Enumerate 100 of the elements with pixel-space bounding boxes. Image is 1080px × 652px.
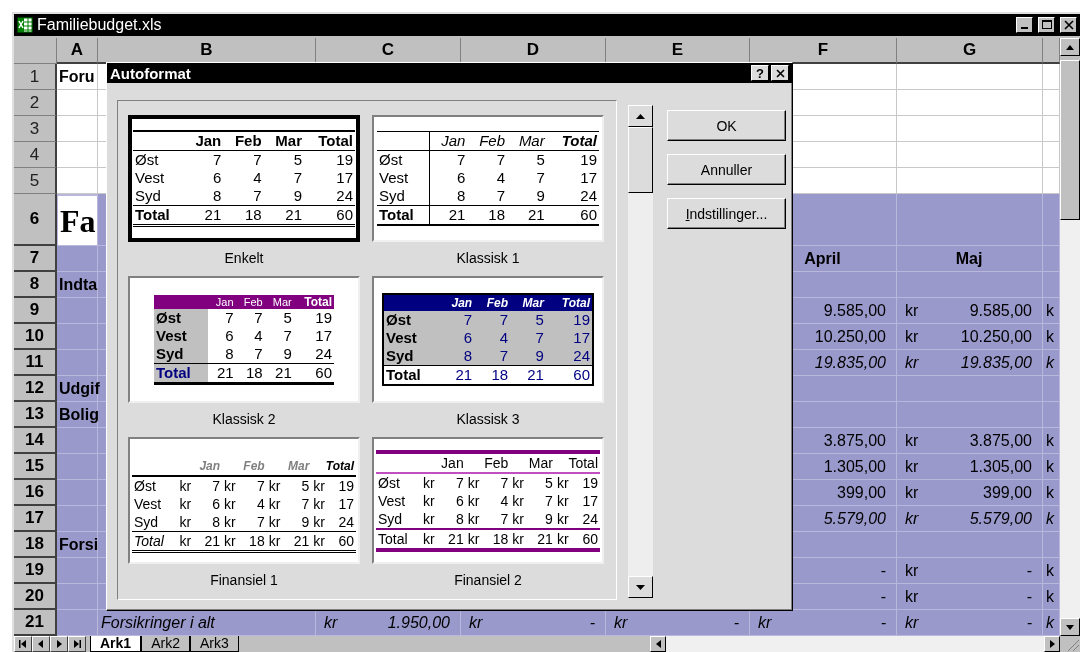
format-preview[interactable]: Jan Feb Mar Total Øst kr 7 kr 7 kr 5 kr 19 Vest kr 6 kr 4 kr 7 kr 17 Syd kr 8 kr 7 kr 9 kr 24 Total kr 21 kr 18 kr 21 kr 60 — [128, 437, 360, 564]
close-button[interactable] — [771, 65, 789, 81]
preview-cell: 21 — [263, 205, 304, 226]
row-header[interactable]: 9 — [14, 298, 57, 324]
column-header[interactable]: G — [897, 38, 1043, 64]
row-header[interactable]: 12 — [14, 376, 57, 402]
format-name[interactable]: Finansiel 2 — [372, 564, 604, 598]
row-header[interactable]: 2 — [14, 90, 57, 116]
sheet-tab[interactable]: Ark1 — [90, 636, 142, 652]
column-header[interactable] — [1043, 38, 1060, 64]
row-header[interactable]: 7 — [14, 246, 57, 272]
preview-cell: kr — [266, 475, 286, 495]
format-preview[interactable]: Jan Feb Mar Total Øst 7 7 5 19 Vest 6 4 7 17 Syd 8 7 9 24 Total 21 18 21 60 — [372, 115, 604, 242]
first-sheet-button[interactable] — [14, 636, 32, 652]
preview-cell: Feb — [465, 451, 511, 473]
row-header[interactable]: 11 — [14, 350, 57, 376]
column-header[interactable]: B — [98, 38, 316, 64]
dialog-button[interactable]: OK — [667, 110, 786, 141]
preview-cell-text: 17 — [581, 491, 599, 510]
close-icon — [775, 68, 785, 78]
right-arrow-icon — [1049, 640, 1055, 648]
minimize-button[interactable] — [1016, 17, 1033, 33]
format-preview[interactable]: Jan Feb Mar Total Øst 7 7 5 19 Vest 6 4 7 17 Syd 8 7 9 24 Total 21 18 21 60 — [128, 115, 360, 242]
preview-cell-text: 4 — [253, 326, 264, 345]
row-header[interactable]: 20 — [14, 584, 57, 610]
preview-cell: Total — [554, 451, 600, 473]
horizontal-scrollbar[interactable] — [650, 636, 1060, 652]
scroll-left-button[interactable] — [650, 636, 666, 652]
preview-cell-text: 17 — [337, 494, 355, 513]
row-header[interactable]: 4 — [14, 142, 57, 168]
preview-cell: 18 — [484, 528, 511, 550]
preview-cell: 9 — [264, 344, 294, 363]
format-name[interactable]: Finansiel 1 — [128, 564, 360, 598]
preview-cell-text: 7 — [282, 326, 293, 345]
row-header[interactable]: 10 — [14, 324, 57, 350]
preview-cell: Vest — [377, 169, 430, 187]
sheet-tab[interactable]: Ark2 — [141, 636, 190, 652]
preview-cell: kr — [311, 512, 330, 531]
scroll-up-button[interactable] — [1060, 38, 1080, 56]
window-title: Familiebudget.xls — [37, 16, 162, 34]
dialog-button[interactable]: Annuller — [667, 154, 786, 185]
preview-cell: kr — [465, 472, 484, 492]
row-header[interactable]: 6 — [14, 194, 57, 246]
format-name[interactable]: Enkelt — [128, 242, 360, 276]
format-preview[interactable]: Jan Feb Mar Total Øst 7 7 5 19 Vest 6 4 7 17 Syd 8 7 9 24 Total 21 18 21 60 — [128, 276, 360, 403]
row-header[interactable]: 8 — [14, 272, 57, 298]
scroll-down-button[interactable] — [1060, 618, 1080, 636]
row-header[interactable]: 3 — [14, 116, 57, 142]
preview-cell: 8 — [208, 344, 236, 363]
row-header[interactable]: 16 — [14, 480, 57, 506]
scroll-thumb[interactable] — [1060, 60, 1080, 220]
next-sheet-button[interactable] — [50, 636, 68, 652]
format-preview[interactable]: Jan Feb Mar Total Øst 7 7 5 19 Vest 6 4 7 17 Syd 8 7 9 24 Total 21 18 21 60 — [372, 276, 604, 403]
close-button[interactable] — [1060, 17, 1077, 33]
scroll-thumb[interactable] — [628, 127, 653, 193]
row-header[interactable]: 13 — [14, 402, 57, 428]
help-button[interactable]: ? — [751, 65, 769, 81]
column-header[interactable]: A — [57, 38, 98, 64]
preview-cell: Total — [133, 205, 184, 226]
preview-cell: kr — [177, 512, 196, 531]
preview-cell-text: 6 — [211, 494, 222, 513]
preview-cell-text: 4 — [252, 169, 263, 187]
format-name[interactable]: Klassisk 3 — [372, 403, 604, 437]
preview-cell: 21 — [285, 531, 312, 551]
preview-cell: Mar — [507, 131, 547, 151]
preview-cell: Feb — [235, 294, 265, 309]
row-header[interactable]: 15 — [14, 454, 57, 480]
preview-cell: 7 — [484, 472, 511, 492]
row-header[interactable]: 21 — [14, 610, 57, 636]
vertical-scrollbar[interactable] — [1060, 38, 1080, 636]
row-header[interactable]: 19 — [14, 558, 57, 584]
preview-cell: 4 — [474, 329, 511, 347]
maximize-button[interactable] — [1038, 17, 1055, 33]
scroll-down-button[interactable] — [628, 576, 653, 598]
previous-sheet-button[interactable] — [32, 636, 50, 652]
scroll-up-button[interactable] — [628, 105, 653, 127]
preview-cell: 5 — [510, 311, 546, 329]
preview-cell-text: kr — [511, 491, 525, 510]
row-header[interactable]: 5 — [14, 168, 57, 194]
dialog-button[interactable]: Indstillinger... — [667, 198, 786, 229]
preview-cell: Total — [154, 363, 209, 383]
format-preview[interactable]: Jan Feb Mar Total Øst kr 7 kr 7 kr 5 kr 19 Vest kr 6 kr 4 kr 7 kr 17 Syd kr 8 kr 7 kr 9 kr 24 Total kr 21 kr 18 kr 21 kr 60 — [372, 437, 604, 564]
format-list-scrollbar[interactable] — [628, 105, 653, 598]
sheet-tab[interactable]: Ark3 — [189, 636, 239, 652]
preview-cell-text: 6 — [211, 169, 223, 187]
preview-cell: Syd — [132, 512, 178, 531]
scroll-right-button[interactable] — [1044, 636, 1060, 652]
row-header[interactable]: 18 — [14, 532, 57, 558]
preview-cell: kr — [222, 475, 241, 495]
preview-cell: kr — [510, 509, 529, 529]
preview-cell: kr — [421, 509, 440, 529]
preview-cell-text: 7 — [292, 169, 303, 187]
row-header[interactable]: 14 — [14, 428, 57, 454]
last-sheet-button[interactable] — [68, 636, 86, 652]
format-name[interactable]: Klassisk 1 — [372, 242, 604, 276]
format-name[interactable]: Klassisk 2 — [128, 403, 360, 437]
preview-cell-text: 7 — [535, 169, 546, 187]
row-header[interactable]: 17 — [14, 506, 57, 532]
preview-cell: kr — [554, 509, 574, 529]
row-header[interactable]: 1 — [14, 64, 57, 90]
